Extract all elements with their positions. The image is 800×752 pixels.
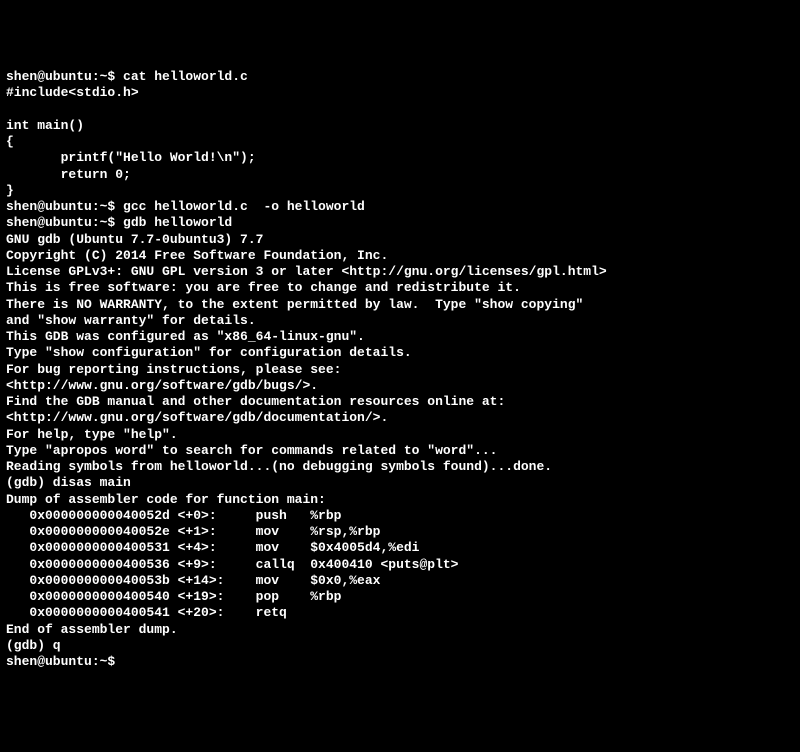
terminal-line: Copyright (C) 2014 Free Software Foundat… <box>6 248 794 264</box>
terminal-line: 0x000000000040052d <+0>: push %rbp <box>6 508 794 524</box>
terminal-output[interactable]: shen@ubuntu:~$ cat helloworld.c#include<… <box>6 69 794 670</box>
terminal-line: Type "show configuration" for configurat… <box>6 345 794 361</box>
terminal-line: 0x000000000040052e <+1>: mov %rsp,%rbp <box>6 524 794 540</box>
terminal-line: <http://www.gnu.org/software/gdb/documen… <box>6 410 794 426</box>
terminal-line <box>6 102 794 118</box>
terminal-line: There is NO WARRANTY, to the extent perm… <box>6 297 794 313</box>
terminal-line: int main() <box>6 118 794 134</box>
terminal-line: GNU gdb (Ubuntu 7.7-0ubuntu3) 7.7 <box>6 232 794 248</box>
terminal-line: shen@ubuntu:~$ gdb helloworld <box>6 215 794 231</box>
terminal-line: License GPLv3+: GNU GPL version 3 or lat… <box>6 264 794 280</box>
terminal-line: Type "apropos word" to search for comman… <box>6 443 794 459</box>
terminal-line: shen@ubuntu:~$ <box>6 654 794 670</box>
terminal-line: return 0; <box>6 167 794 183</box>
terminal-line: 0x0000000000400540 <+19>: pop %rbp <box>6 589 794 605</box>
terminal-line: shen@ubuntu:~$ cat helloworld.c <box>6 69 794 85</box>
terminal-line: } <box>6 183 794 199</box>
terminal-line: shen@ubuntu:~$ gcc helloworld.c -o hello… <box>6 199 794 215</box>
terminal-line: Dump of assembler code for function main… <box>6 492 794 508</box>
terminal-line: End of assembler dump. <box>6 622 794 638</box>
terminal-line: (gdb) q <box>6 638 794 654</box>
terminal-line: 0x0000000000400541 <+20>: retq <box>6 605 794 621</box>
terminal-line: <http://www.gnu.org/software/gdb/bugs/>. <box>6 378 794 394</box>
terminal-line: For help, type "help". <box>6 427 794 443</box>
terminal-line: 0x0000000000400536 <+9>: callq 0x400410 … <box>6 557 794 573</box>
terminal-line: Find the GDB manual and other documentat… <box>6 394 794 410</box>
terminal-line: printf("Hello World!\n"); <box>6 150 794 166</box>
terminal-line: #include<stdio.h> <box>6 85 794 101</box>
terminal-line: For bug reporting instructions, please s… <box>6 362 794 378</box>
terminal-line: (gdb) disas main <box>6 475 794 491</box>
terminal-line: This is free software: you are free to c… <box>6 280 794 296</box>
terminal-line: 0x000000000040053b <+14>: mov $0x0,%eax <box>6 573 794 589</box>
terminal-line: This GDB was configured as "x86_64-linux… <box>6 329 794 345</box>
terminal-line: Reading symbols from helloworld...(no de… <box>6 459 794 475</box>
terminal-line: { <box>6 134 794 150</box>
terminal-line: 0x0000000000400531 <+4>: mov $0x4005d4,%… <box>6 540 794 556</box>
terminal-line: and "show warranty" for details. <box>6 313 794 329</box>
